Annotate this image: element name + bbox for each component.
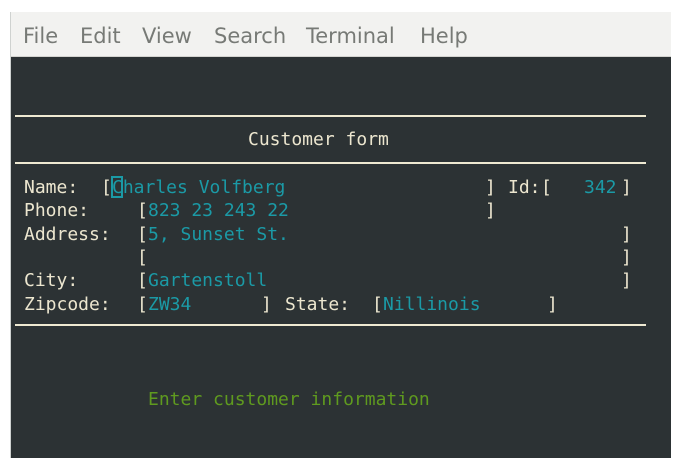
id-field-close-bracket: ] xyxy=(621,177,632,198)
zipcode-label: Zipcode: xyxy=(24,294,111,315)
terminal-screen[interactable]: Customer form Name: [ Charles Volfberg ]… xyxy=(11,57,671,458)
city-label: City: xyxy=(24,270,79,291)
address-line2-open-bracket: [ xyxy=(137,247,148,268)
zipcode-field[interactable]: ZW34 xyxy=(148,293,191,316)
form-title: Customer form xyxy=(248,129,389,150)
phone-field-open-bracket: [ xyxy=(137,200,148,221)
form-top-divider xyxy=(15,115,646,117)
phone-field[interactable]: 823 23 243 22 xyxy=(148,199,289,222)
state-field-close-bracket: ] xyxy=(547,294,558,315)
terminal-window: File Edit View Search Terminal Help Cust… xyxy=(10,12,671,458)
form-bottom-divider xyxy=(15,324,646,326)
menu-view[interactable]: View xyxy=(142,23,192,49)
menu-terminal[interactable]: Terminal xyxy=(306,23,395,49)
name-label: Name: xyxy=(24,177,79,198)
address-line1-open-bracket: [ xyxy=(137,224,148,245)
zipcode-field-close-bracket: ] xyxy=(261,294,272,315)
address-label: Address: xyxy=(24,224,111,245)
phone-field-close-bracket: ] xyxy=(485,200,496,221)
address-line1-field[interactable]: 5, Sunset St. xyxy=(148,223,289,246)
menu-edit[interactable]: Edit xyxy=(80,23,121,49)
zipcode-field-open-bracket: [ xyxy=(137,294,148,315)
id-field[interactable]: 342 xyxy=(584,176,617,199)
state-field-open-bracket: [ xyxy=(372,294,383,315)
name-field[interactable]: Charles Volfberg xyxy=(112,176,285,199)
state-field[interactable]: Nillinois xyxy=(383,293,481,316)
city-field[interactable]: Gartenstoll xyxy=(148,269,267,292)
address-line2-close-bracket: ] xyxy=(621,247,632,268)
state-label: State: xyxy=(285,294,351,315)
form-header-divider xyxy=(15,162,646,164)
address-line1-close-bracket: ] xyxy=(621,224,632,245)
id-field-open-bracket: [ xyxy=(541,177,552,198)
name-field-close-bracket: ] xyxy=(485,177,496,198)
city-field-open-bracket: [ xyxy=(137,270,148,291)
id-label: Id: xyxy=(508,177,541,198)
menu-file[interactable]: File xyxy=(23,23,58,49)
status-message: Enter customer information xyxy=(148,389,430,410)
menu-bar: File Edit View Search Terminal Help xyxy=(11,12,671,57)
menu-help[interactable]: Help xyxy=(420,23,468,49)
menu-search[interactable]: Search xyxy=(214,23,286,49)
phone-label: Phone: xyxy=(24,200,90,221)
city-field-close-bracket: ] xyxy=(621,270,632,291)
